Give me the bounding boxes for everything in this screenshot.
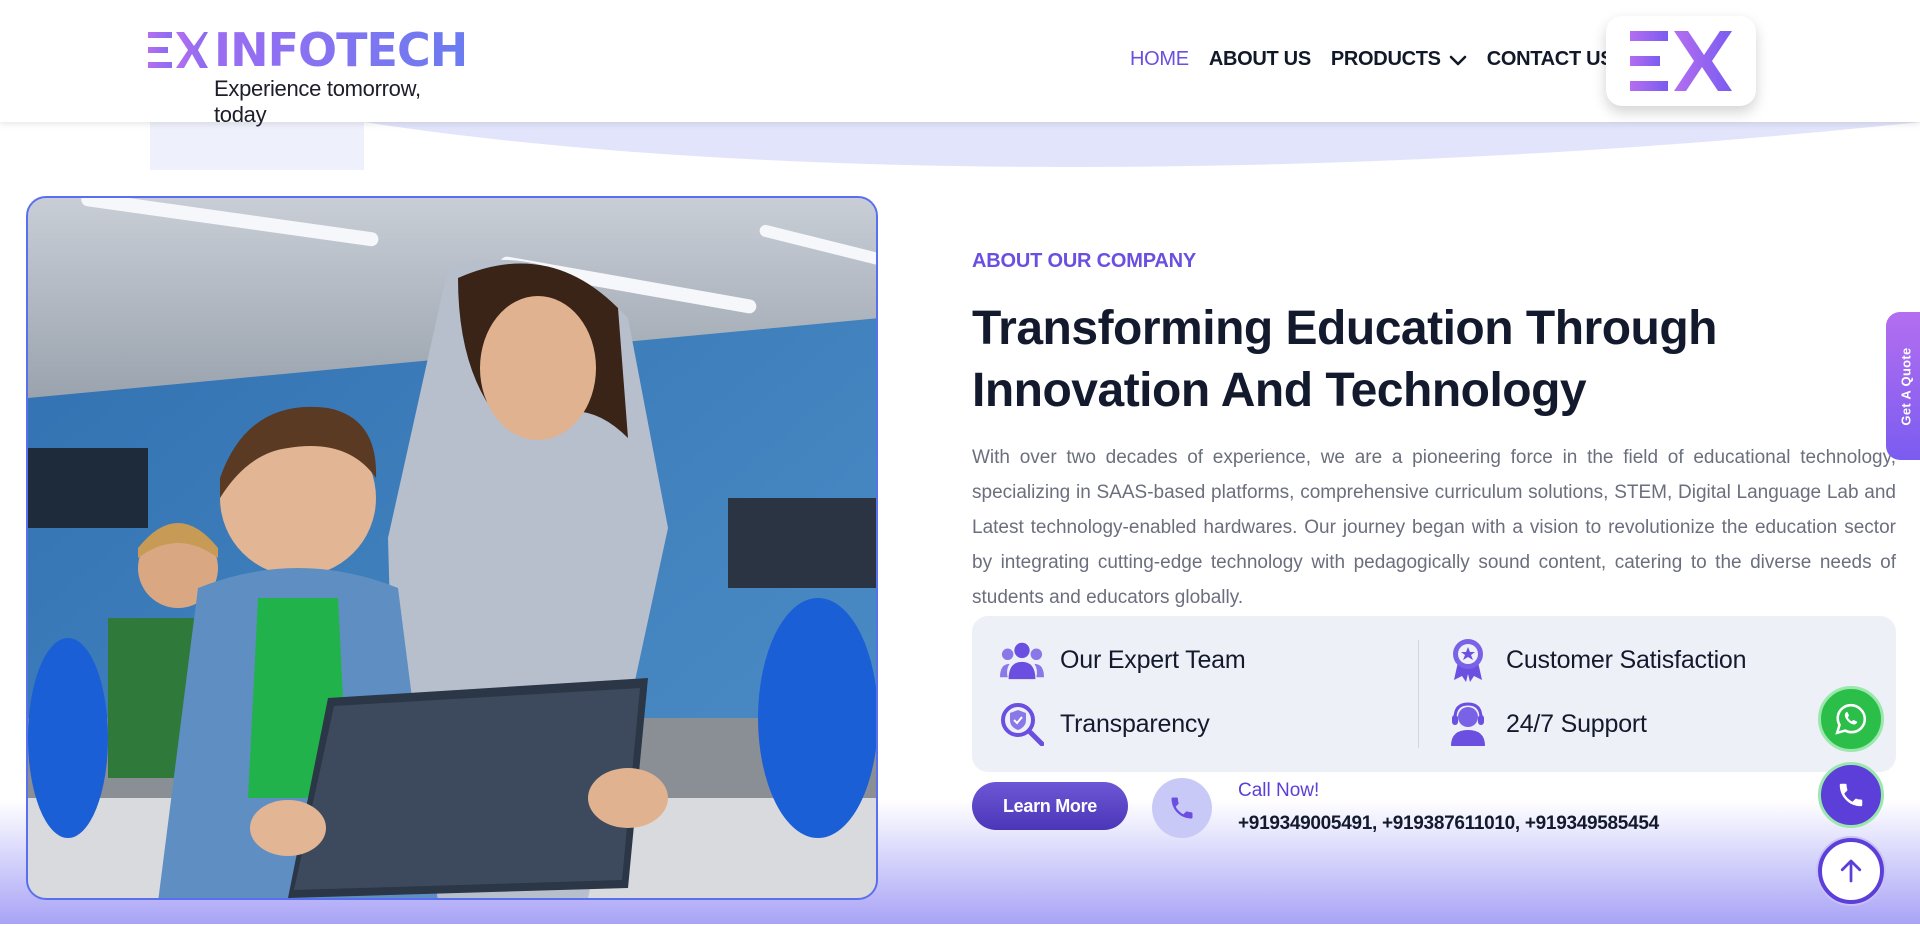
feature-label: 24/7 Support <box>1506 709 1647 738</box>
nav-contact-us[interactable]: CONTACT US <box>1487 48 1614 71</box>
feature-label: Transparency <box>1060 709 1210 738</box>
shield-search-icon <box>1000 702 1044 746</box>
feature-support: 24/7 Support <box>1446 702 1647 746</box>
phone-icon <box>1171 797 1193 819</box>
chevron-down-icon <box>1449 55 1466 65</box>
main-nav: HOME ABOUT US PRODUCTS CONTACT US <box>1130 48 1614 71</box>
feature-expert-team: Our Expert Team <box>1000 638 1246 682</box>
header-logo-badge[interactable] <box>1606 16 1756 106</box>
award-ribbon-icon <box>1446 638 1490 682</box>
feature-transparency: Transparency <box>1000 702 1210 746</box>
brand-name: INFOTECH <box>214 23 468 77</box>
call-now-label: Call Now! <box>1238 780 1320 801</box>
whatsapp-icon <box>1835 703 1867 735</box>
feature-label: Our Expert Team <box>1060 645 1246 674</box>
features-panel: Our Expert Team Customer Satisfaction Tr… <box>972 616 1896 772</box>
get-a-quote-tab[interactable]: Get A Quote <box>1886 312 1920 460</box>
about-paragraph: With over two decades of experience, we … <box>972 447 1896 608</box>
ex-logo-mark-icon <box>148 32 208 68</box>
whatsapp-button[interactable] <box>1818 686 1884 752</box>
phone-button[interactable] <box>1818 762 1884 828</box>
about-eyebrow: ABOUT OUR COMPANY <box>972 250 1197 272</box>
get-a-quote-label: Get A Quote <box>1898 346 1914 426</box>
learn-more-button[interactable]: Learn More <box>972 782 1128 830</box>
call-numbers[interactable]: +919349005491, +919387611010, +919349585… <box>1238 813 1659 835</box>
decorative-arc <box>150 122 1920 170</box>
call-icon-circle[interactable] <box>1152 778 1212 838</box>
arrow-up-icon <box>1840 859 1862 883</box>
headline-line-2: Innovation And Technology <box>972 364 1587 417</box>
ex-badge-icon <box>1630 31 1732 91</box>
scroll-to-top-button[interactable] <box>1818 838 1884 904</box>
about-headline: Transforming Education Through Innovatio… <box>972 298 1872 422</box>
nav-products-label: PRODUCTS <box>1330 48 1441 70</box>
brand-logo[interactable]: INFOTECH Experience tomorrow, today <box>148 23 468 127</box>
feature-customer-satisfaction: Customer Satisfaction <box>1446 638 1747 682</box>
nav-about-us[interactable]: ABOUT US <box>1209 48 1311 71</box>
brand-tagline: Experience tomorrow, today <box>214 76 421 127</box>
support-agent-icon <box>1446 702 1490 746</box>
team-icon <box>1000 638 1044 682</box>
site-header: INFOTECH Experience tomorrow, today HOME… <box>0 0 1920 127</box>
classroom-image <box>28 198 876 898</box>
nav-home[interactable]: HOME <box>1130 48 1189 71</box>
phone-fab-icon <box>1839 783 1863 807</box>
classroom-photo <box>26 196 878 900</box>
headline-line-1: Transforming Education Through <box>972 302 1717 355</box>
nav-products[interactable]: PRODUCTS <box>1331 48 1467 71</box>
feature-label: Customer Satisfaction <box>1506 645 1747 674</box>
features-divider <box>1418 640 1419 748</box>
